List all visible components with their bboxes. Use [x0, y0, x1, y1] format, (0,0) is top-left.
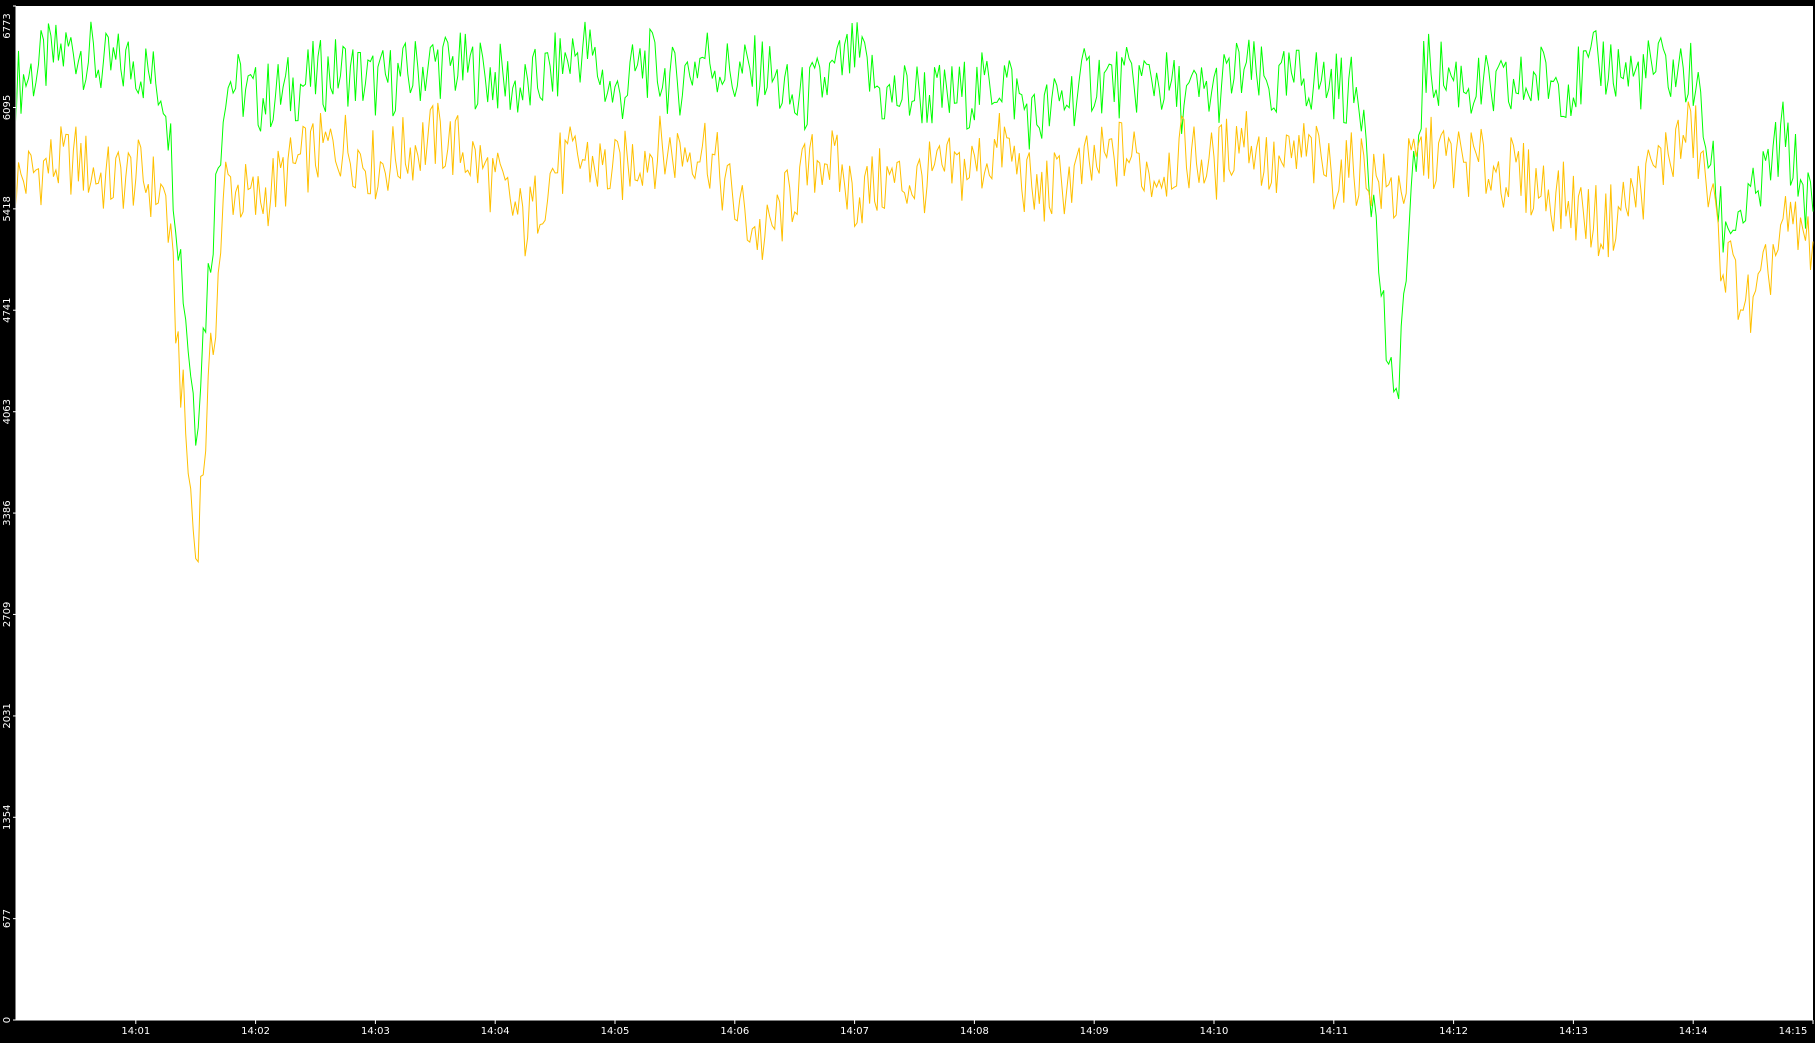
x-tick-label: 14:04 [481, 1026, 510, 1037]
chart-canvas: 0 677 1354 2031 2709 3386 4063 4741 5418 6095 6773… [2, 5, 1814, 1037]
y-tick-label: 4741 [2, 297, 13, 322]
y-tick-label: 0 [2, 1017, 13, 1023]
x-tick-label: 14:08 [960, 1026, 989, 1037]
x-tick-label: 14:09 [1080, 1026, 1109, 1037]
x-tick-label: 14:10 [1200, 1026, 1229, 1037]
y-tick-label: 5418 [2, 196, 13, 221]
y-tick-label: 677 [2, 909, 13, 928]
x-tick-label: 14:02 [241, 1026, 270, 1037]
x-tick-label: 14:15 [1779, 1026, 1808, 1037]
x-tick-label: 14:12 [1439, 1026, 1468, 1037]
x-tick-label: 14:05 [601, 1026, 630, 1037]
line-chart: 0 677 1354 2031 2709 3386 4063 4741 5418 6095 6773… [0, 0, 1815, 1039]
x-tick-label: 14:07 [840, 1026, 869, 1037]
x-tick-label: 14:14 [1679, 1026, 1708, 1037]
x-tick-label: 14:13 [1559, 1026, 1588, 1037]
y-tick-label: 6773 [2, 13, 13, 38]
x-tick-label: 14:01 [121, 1026, 150, 1037]
y-tick-label: 6095 [2, 95, 13, 120]
y-tick-label: 4063 [2, 399, 13, 424]
y-tick-label: 2031 [2, 703, 13, 728]
y-tick-label: 2709 [2, 602, 13, 627]
y-tick-label: 3386 [2, 500, 13, 525]
x-tick-label: 14:06 [720, 1026, 749, 1037]
y-axis-ticks: 0 677 1354 2031 2709 3386 4063 4741 5418 6095 6773 [2, 5, 16, 1023]
x-tick-label: 14:11 [1319, 1026, 1348, 1037]
plot-area [16, 6, 1813, 1020]
x-axis-ticks: 14:01 14:02 14:03 14:04 14:05 14:06 14:07 14:08… [121, 1020, 1814, 1037]
y-tick-label: 1354 [2, 805, 13, 830]
x-tick-label: 14:03 [361, 1026, 390, 1037]
